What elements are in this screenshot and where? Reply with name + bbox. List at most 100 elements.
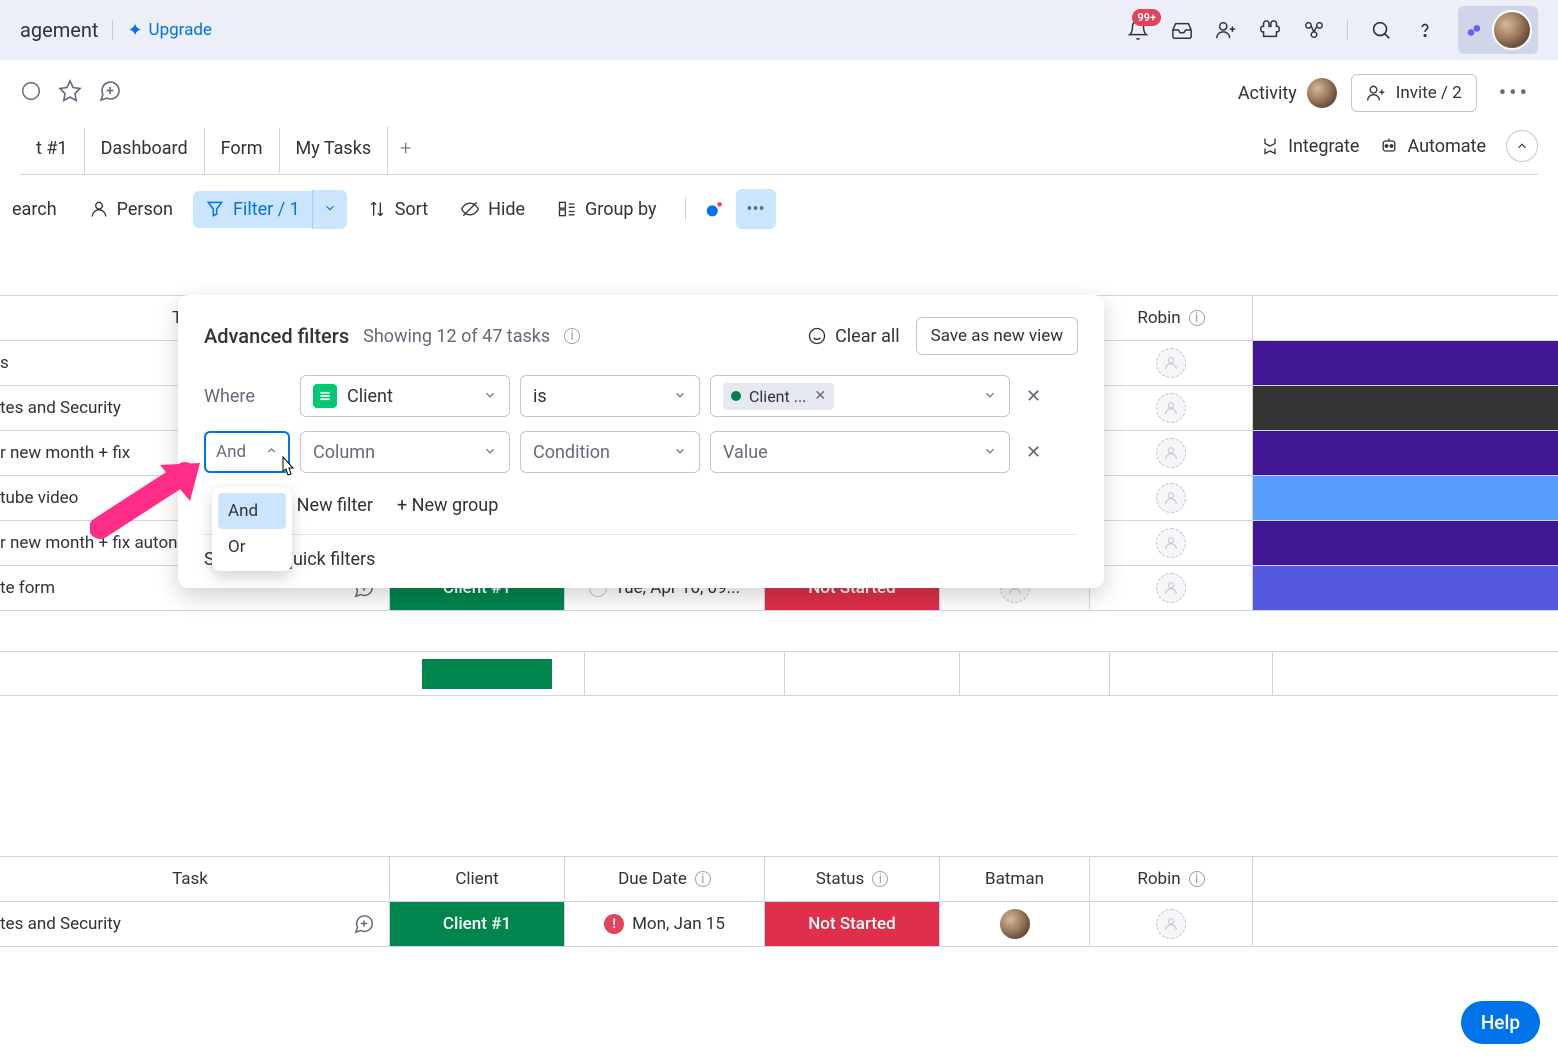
divider — [685, 197, 686, 221]
and-option[interactable]: And — [218, 493, 286, 529]
task-name: tes and Security — [0, 398, 121, 418]
new-group-link[interactable]: + New group — [397, 495, 498, 516]
collapse-header-button[interactable] — [1506, 130, 1538, 162]
filter-row: Where Client is — [204, 375, 1078, 417]
due-cell[interactable]: ! Mon, Jan 15 — [565, 902, 765, 946]
remove-filter-icon[interactable]: ✕ — [1020, 436, 1047, 469]
col-robin[interactable]: Robin i — [1090, 857, 1253, 901]
avatar[interactable] — [1000, 909, 1030, 939]
toolbar-more-button[interactable]: ••• — [736, 189, 776, 229]
or-option[interactable]: Or — [218, 529, 286, 565]
add-to-conversation-icon[interactable] — [98, 79, 122, 107]
activity-button[interactable]: Activity — [1238, 78, 1337, 108]
table-row[interactable]: tes and Security Client #1 ! Mon, Jan 15… — [0, 902, 1558, 947]
timeline-cell[interactable] — [1253, 521, 1558, 565]
filter-button[interactable]: Filter / 1 — [193, 191, 312, 228]
board-info-icon[interactable] — [20, 80, 42, 106]
timeline-cell[interactable] — [1253, 566, 1558, 610]
info-icon[interactable]: i — [872, 871, 888, 887]
timeline-cell[interactable] — [1253, 341, 1558, 385]
hide-button[interactable]: Hide — [448, 191, 537, 228]
info-icon[interactable]: i — [564, 328, 580, 344]
marketplace-icon[interactable] — [1303, 19, 1325, 41]
help-icon[interactable] — [1414, 19, 1436, 41]
status-cell[interactable]: Not Started — [765, 902, 940, 946]
timeline-cell[interactable] — [1253, 386, 1558, 430]
value-chip[interactable]: Client ... ✕ — [723, 383, 834, 410]
notifications-icon[interactable]: 99+ — [1127, 19, 1149, 41]
notifications-badge: 99+ — [1132, 9, 1161, 26]
column-select[interactable]: Client — [300, 375, 510, 417]
info-icon[interactable]: i — [695, 871, 711, 887]
assign-person[interactable] — [1156, 909, 1186, 939]
integrate-button[interactable]: Integrate — [1260, 136, 1359, 157]
open-conversation-icon[interactable] — [353, 913, 375, 935]
board-header: Activity Invite / 2 ••• — [0, 60, 1558, 112]
filter-icon — [205, 199, 225, 219]
search-icon[interactable] — [1370, 19, 1392, 41]
invite-user-icon — [1366, 83, 1386, 103]
col-task[interactable]: Task — [0, 857, 390, 901]
chip-remove-icon[interactable]: ✕ — [814, 388, 826, 404]
switch-quick-filters-link[interactable]: Switch to quick filters — [204, 534, 1078, 570]
where-label: Where — [204, 386, 290, 407]
inbox-icon[interactable] — [1171, 19, 1193, 41]
col-status[interactable]: Status i — [765, 857, 940, 901]
new-filter-link[interactable]: + New filter — [282, 495, 373, 516]
col-client[interactable]: Client — [390, 857, 565, 901]
tab-form[interactable]: Form — [204, 128, 279, 173]
value-select[interactable]: Client ... ✕ — [710, 375, 1010, 417]
view-tabs: t #1 Dashboard Form My Tasks + Integrate… — [20, 112, 1538, 175]
assign-person[interactable] — [1156, 348, 1186, 378]
assign-person[interactable] — [1156, 528, 1186, 558]
chevron-down-icon — [323, 201, 337, 215]
client-cell[interactable]: Client #1 — [390, 902, 565, 946]
value-select[interactable]: Value — [710, 431, 1010, 473]
timeline-cell[interactable] — [1253, 476, 1558, 520]
col-status-label: Status — [816, 869, 865, 889]
board-more-menu[interactable]: ••• — [1491, 77, 1538, 110]
col-robin[interactable]: Robin i — [1090, 296, 1253, 340]
invite-button[interactable]: Invite / 2 — [1351, 74, 1477, 112]
upgrade-button[interactable]: ✦ Upgrade — [127, 20, 212, 41]
search-button[interactable]: earch — [0, 191, 69, 228]
condition-select[interactable]: is — [520, 375, 700, 417]
info-icon[interactable]: i — [1189, 310, 1205, 326]
assign-person[interactable] — [1156, 438, 1186, 468]
profile-menu[interactable] — [1458, 6, 1538, 54]
tab-dashboard[interactable]: Dashboard — [84, 128, 204, 173]
task-name: r new month + fix auton — [0, 533, 178, 553]
invite-members-icon[interactable] — [1215, 19, 1237, 41]
person-filter-button[interactable]: Person — [77, 191, 185, 228]
timeline-cell[interactable] — [1253, 431, 1558, 475]
condition-select[interactable]: Condition — [520, 431, 700, 473]
clear-all-button[interactable]: Clear all — [807, 326, 900, 347]
automate-button[interactable]: Automate — [1379, 136, 1486, 157]
tab-mytasks[interactable]: My Tasks — [279, 128, 388, 173]
save-as-view-button[interactable]: Save as new view — [916, 317, 1078, 355]
task-name: tes and Security — [0, 914, 121, 934]
filter-dropdown-toggle[interactable] — [312, 190, 347, 229]
assign-person[interactable] — [1156, 573, 1186, 603]
add-view-button[interactable]: + — [387, 126, 423, 174]
help-bubble-button[interactable]: Help — [1461, 1001, 1540, 1044]
favorite-star-icon[interactable] — [58, 79, 82, 107]
groupby-button[interactable]: Group by — [545, 191, 668, 228]
apps-icon[interactable] — [1259, 19, 1281, 41]
board-toolbar: earch Person Filter / 1 Sort Hide Group … — [0, 175, 1558, 249]
assign-person[interactable] — [1156, 483, 1186, 513]
and-or-select[interactable]: And — [204, 431, 290, 473]
column-select[interactable]: Column — [300, 431, 510, 473]
sort-button[interactable]: Sort — [355, 191, 440, 228]
workspace-title-fragment: agement — [20, 18, 98, 42]
assign-person[interactable] — [1156, 393, 1186, 423]
remove-filter-icon[interactable]: ✕ — [1020, 380, 1047, 413]
col-batman[interactable]: Batman — [940, 857, 1090, 901]
col-due[interactable]: Due Date i — [565, 857, 765, 901]
info-icon[interactable]: i — [1189, 871, 1205, 887]
chevron-down-icon — [983, 442, 997, 463]
filter-popup-header: Advanced filters Showing 12 of 47 tasks … — [204, 317, 1078, 355]
ai-assistant-button[interactable] — [702, 196, 728, 222]
tab-main[interactable]: t #1 — [20, 128, 84, 173]
sparkle-icon: ✦ — [127, 20, 142, 41]
